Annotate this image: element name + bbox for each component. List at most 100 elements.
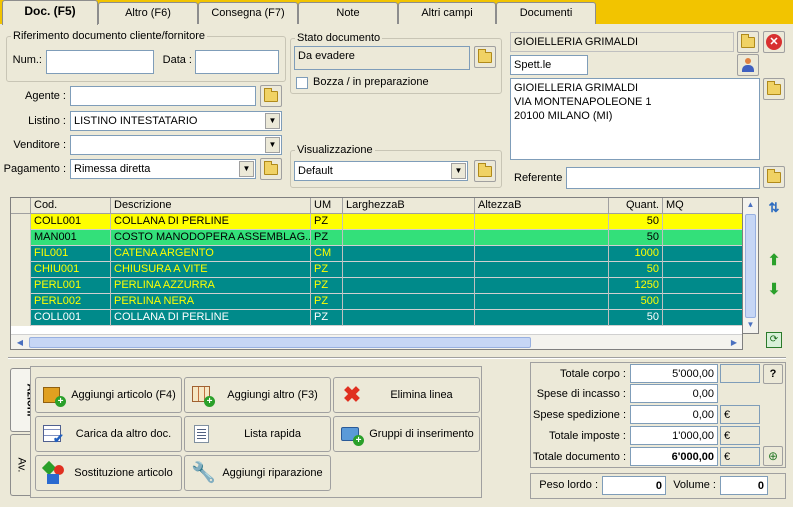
elimina-linea-button[interactable]: ✖ Elimina linea [333, 377, 480, 413]
cell-descrizione[interactable]: COLLANA DI PERLINE [111, 310, 311, 326]
table-row[interactable]: PERL001 PERLINA AZZURRA PZ 1250 [11, 278, 742, 294]
cell-altezza[interactable] [475, 246, 609, 262]
spese-spedizione-value[interactable]: 0,00 [630, 405, 718, 424]
refresh-button[interactable]: ⟳ [764, 330, 784, 350]
cell-larghezza[interactable] [343, 310, 475, 326]
gruppi-inserimento-button[interactable]: + Gruppi di inserimento [333, 416, 480, 452]
num-input[interactable] [46, 50, 154, 74]
cell-cod[interactable]: COLL001 [31, 310, 111, 326]
cell-altezza[interactable] [475, 278, 609, 294]
address-box[interactable]: GIOIELLERIA GRIMALDI VIA MONTENAPOLEONE … [510, 78, 760, 160]
aggiungi-altro-button[interactable]: + Aggiungi altro (F3) [184, 377, 331, 413]
pagamento-select[interactable]: Rimessa diretta ▼ [70, 159, 256, 179]
grid-hscrollbar[interactable]: ◀ ▶ [11, 334, 742, 349]
cell-quant[interactable]: 50 [609, 214, 663, 230]
cell-um[interactable]: CM [311, 246, 343, 262]
cell-descrizione[interactable]: PERLINA AZZURRA [111, 278, 311, 294]
cell-descrizione[interactable]: CATENA ARGENTO [111, 246, 311, 262]
chevron-down-icon[interactable]: ▼ [451, 163, 466, 179]
cell-quant[interactable]: 1000 [609, 246, 663, 262]
vscroll-thumb[interactable] [745, 214, 756, 318]
chevron-down-icon[interactable]: ▼ [239, 161, 254, 177]
visualizzazione-select[interactable]: Default ▼ [294, 161, 468, 181]
cell-altezza[interactable] [475, 310, 609, 326]
col-descrizione[interactable]: Descrizione [111, 198, 311, 214]
grid-vscrollbar[interactable]: ▲ ▼ [743, 197, 759, 334]
table-row[interactable]: MAN001 COSTO MANODOPERA ASSEMBLAG... PZ 50 [11, 230, 742, 246]
venditore-select[interactable]: ▼ [70, 135, 282, 155]
agente-input[interactable] [70, 86, 256, 106]
aggiungi-articolo-button[interactable]: + Aggiungi articolo (F4) [35, 377, 182, 413]
cell-cod[interactable]: MAN001 [31, 230, 111, 246]
cell-um[interactable]: PZ [311, 262, 343, 278]
help-button[interactable]: ? [763, 364, 783, 384]
cell-mq[interactable] [663, 294, 742, 310]
cell-quant[interactable]: 50 [609, 310, 663, 326]
stato-folder-button[interactable] [474, 46, 496, 68]
cell-um[interactable]: PZ [311, 310, 343, 326]
carica-da-altro-doc-button[interactable]: ✔ Carica da altro doc. [35, 416, 182, 452]
table-row[interactable]: COLL001 COLLANA DI PERLINE PZ 50 [11, 214, 742, 230]
zoom-button[interactable]: ⊕ [763, 446, 783, 466]
cell-mq[interactable] [663, 246, 742, 262]
referente-folder-button[interactable] [763, 166, 785, 188]
aggiungi-riparazione-button[interactable]: 🔧 Aggiungi riparazione [184, 455, 331, 491]
spese-incasso-value[interactable]: 0,00 [630, 384, 718, 403]
sostituzione-articolo-button[interactable]: Sostituzione articolo [35, 455, 182, 491]
cell-quant[interactable]: 50 [609, 230, 663, 246]
peso-lordo-value[interactable]: 0 [602, 476, 666, 495]
col-larghezza[interactable]: LarghezzaB [343, 198, 475, 214]
cell-cod[interactable]: FIL001 [31, 246, 111, 262]
hscroll-thumb[interactable] [29, 337, 531, 348]
tab-av[interactable]: Av. [10, 434, 30, 496]
scroll-right-icon[interactable]: ▶ [727, 336, 741, 349]
scroll-up-icon[interactable]: ▲ [744, 200, 757, 212]
cell-descrizione[interactable]: PERLINA NERA [111, 294, 311, 310]
salutation-input[interactable]: Spett.le [510, 55, 588, 75]
cell-cod[interactable]: CHIU001 [31, 262, 111, 278]
tab-altri-campi[interactable]: Altri campi [398, 2, 496, 24]
col-altezza[interactable]: AltezzaB [475, 198, 609, 214]
cell-altezza[interactable] [475, 214, 609, 230]
move-down-button[interactable]: ⬇ [764, 279, 784, 299]
move-up-button[interactable]: ⬆ [764, 250, 784, 270]
listino-select[interactable]: LISTINO INTESTATARIO ▼ [70, 111, 282, 131]
cell-altezza[interactable] [475, 262, 609, 278]
volume-value[interactable]: 0 [720, 476, 768, 495]
col-quant[interactable]: Quant. [609, 198, 663, 214]
tab-note[interactable]: Note [298, 2, 398, 24]
bozza-checkbox[interactable] [296, 77, 308, 89]
cell-altezza[interactable] [475, 294, 609, 310]
table-row[interactable]: COLL001 COLLANA DI PERLINE PZ 50 [11, 310, 742, 326]
cell-um[interactable]: PZ [311, 214, 343, 230]
chevron-down-icon[interactable]: ▼ [265, 113, 280, 129]
tab-doc[interactable]: Doc. (F5) [2, 0, 98, 25]
visualizzazione-folder-button[interactable] [474, 160, 496, 182]
cell-larghezza[interactable] [343, 278, 475, 294]
cell-quant[interactable]: 1250 [609, 278, 663, 294]
col-cod[interactable]: Cod. [31, 198, 111, 214]
cell-quant[interactable]: 50 [609, 262, 663, 278]
cell-mq[interactable] [663, 262, 742, 278]
cell-um[interactable]: PZ [311, 294, 343, 310]
cell-larghezza[interactable] [343, 230, 475, 246]
table-row[interactable]: PERL002 PERLINA NERA PZ 500 [11, 294, 742, 310]
cell-descrizione[interactable]: COSTO MANODOPERA ASSEMBLAG... [111, 230, 311, 246]
cell-quant[interactable]: 500 [609, 294, 663, 310]
tab-consegna[interactable]: Consegna (F7) [198, 2, 298, 24]
cell-um[interactable]: PZ [311, 230, 343, 246]
cell-descrizione[interactable]: CHIUSURA A VITE [111, 262, 311, 278]
cell-larghezza[interactable] [343, 246, 475, 262]
address-folder-button[interactable] [763, 78, 785, 100]
tab-azioni[interactable]: Azioni [10, 368, 37, 432]
cell-cod[interactable]: PERL002 [31, 294, 111, 310]
cell-descrizione[interactable]: COLLANA DI PERLINE [111, 214, 311, 230]
cell-larghezza[interactable] [343, 214, 475, 230]
data-input[interactable] [195, 50, 279, 74]
righe-grid[interactable]: Cod. Descrizione UM LarghezzaB AltezzaB … [10, 197, 743, 350]
cell-larghezza[interactable] [343, 294, 475, 310]
table-row[interactable]: CHIU001 CHIUSURA A VITE PZ 50 [11, 262, 742, 278]
referente-input[interactable] [566, 167, 760, 189]
cell-mq[interactable] [663, 230, 742, 246]
chevron-down-icon[interactable]: ▼ [265, 137, 280, 153]
